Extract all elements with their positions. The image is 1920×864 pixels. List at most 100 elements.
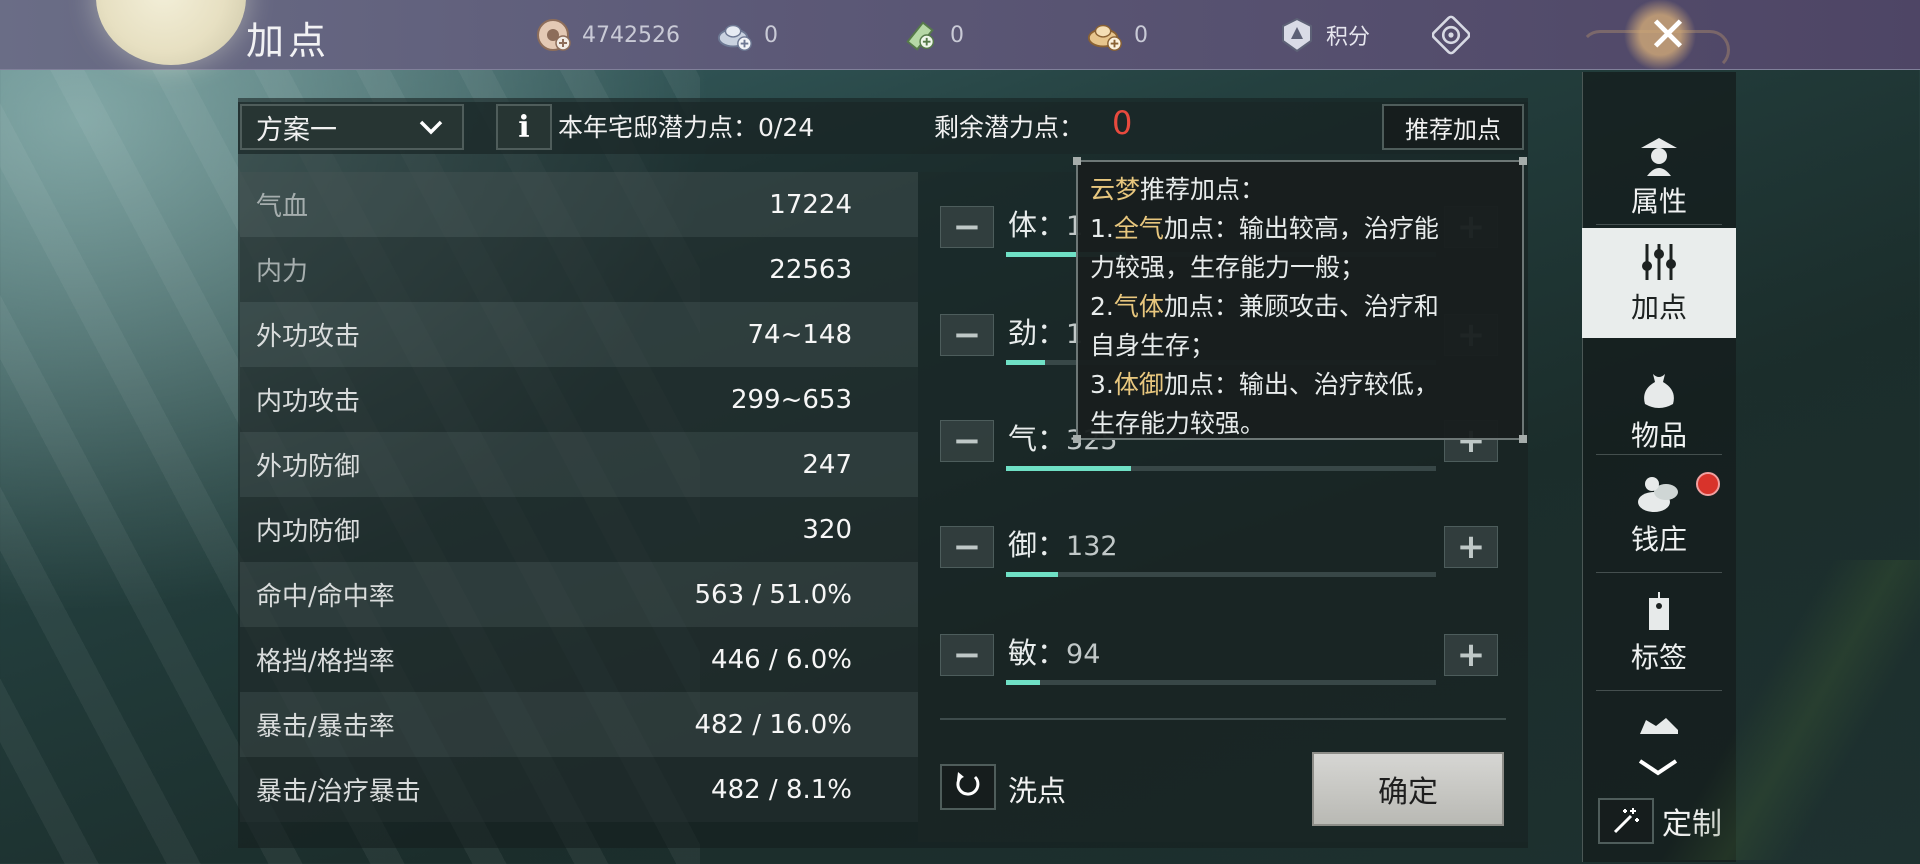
tooltip-text: 2. [1090, 292, 1114, 321]
attribute-row: − 敏：94 + [940, 632, 1510, 692]
info-button[interactable]: i [496, 104, 552, 150]
nav-label: 钱庄 [1630, 523, 1687, 556]
moon-decoration [96, 0, 246, 65]
tooltip-highlight: 全气 [1113, 214, 1164, 243]
plan-dropdown[interactable]: 方案一 [240, 104, 464, 150]
close-icon: ✕ [1647, 7, 1689, 63]
tooltip-line: 2.气体加点：兼顾攻击、治疗和 [1090, 287, 1510, 326]
stat-row: 暴击/治疗暴击 482 / 8.1% [240, 757, 918, 822]
stat-row: 内功攻击 299~653 [240, 367, 918, 432]
close-button[interactable]: ✕ [1628, 0, 1708, 70]
currency-gold-ingot[interactable]: 0 [1086, 14, 1148, 56]
stat-label: 命中/命中率 [256, 582, 395, 612]
decrease-button[interactable]: − [940, 314, 994, 356]
decrease-button[interactable]: − [940, 526, 994, 568]
house-potential-label: 本年宅邸潜力点：0/24 [558, 113, 815, 142]
confirm-button[interactable]: 确定 [1312, 752, 1504, 826]
stat-row: 外功攻击 74~148 [240, 302, 918, 367]
settings-emblem-button[interactable] [1432, 14, 1470, 56]
nav-item-items[interactable]: 物品 [1582, 356, 1736, 466]
remaining-potential-value: 0 [1112, 104, 1133, 142]
tooltip-text: 1. [1090, 214, 1114, 243]
nav-separator [1596, 224, 1722, 225]
stat-label: 内功防御 [256, 517, 361, 547]
tooltip-corner [1073, 157, 1081, 165]
attribute-progress-track [1006, 572, 1436, 577]
stat-row: 命中/命中率 563 / 51.0% [240, 562, 918, 627]
stat-value: 320 [802, 514, 852, 545]
tooltip-text: 加点：输出较高，治疗能 [1163, 214, 1439, 243]
nav-label: 物品 [1630, 419, 1687, 452]
reset-points-button[interactable] [940, 764, 996, 810]
tooltip-corner [1519, 435, 1527, 443]
increase-button[interactable]: + [1444, 526, 1498, 568]
notification-dot [1696, 472, 1720, 496]
stat-label: 气血 [256, 192, 309, 222]
attribute-row: − 御：132 + [940, 524, 1510, 584]
score-button[interactable]: 积分 [1278, 14, 1370, 56]
increase-button[interactable]: + [1444, 634, 1498, 676]
tooltip-text: 加点：输出、治疗较低， [1163, 370, 1439, 399]
stats-table: 气血 17224 内力 22563 外功攻击 74~148 内功攻击 299~653 外功防御 2… [240, 172, 918, 822]
tooltip-text: 加点：兼顾攻击、治疗和 [1163, 292, 1439, 321]
attribute-name: 劲：1 [1008, 316, 1084, 350]
decrease-button[interactable]: − [940, 420, 994, 462]
stat-value: 446 / 6.0% [711, 644, 852, 675]
stat-row: 内力 22563 [240, 237, 918, 302]
stat-label: 外功攻击 [256, 322, 361, 352]
tooltip-text: 推荐加点： [1140, 175, 1266, 204]
stat-row: 暴击/暴击率 482 / 16.0% [240, 692, 918, 757]
currency-silver[interactable]: 4742526 [534, 14, 680, 56]
attribute-label: 气 [1008, 422, 1038, 456]
decrease-button[interactable]: − [940, 206, 994, 248]
bank-icon [1634, 472, 1684, 518]
tooltip-corner [1073, 435, 1081, 443]
stat-value: 482 / 8.1% [711, 774, 852, 805]
attribute-label: 御 [1008, 528, 1038, 562]
nav-item-allocate[interactable]: 加点 [1582, 228, 1736, 338]
nav-item-attributes[interactable]: 属性 [1582, 122, 1736, 232]
stat-label: 内功攻击 [256, 387, 361, 417]
silver-coin-icon [534, 16, 572, 54]
currency-ticket[interactable]: 0 [902, 14, 964, 56]
tooltip-line: 生存能力较强。 [1090, 409, 1266, 438]
reset-points-label[interactable]: 洗点 [1008, 768, 1066, 810]
refresh-icon [953, 768, 983, 806]
decrease-button[interactable]: − [940, 634, 994, 676]
silver-ingot-value: 0 [764, 22, 778, 48]
stat-value: 299~653 [730, 384, 852, 415]
attribute-progress-fill [1006, 680, 1041, 685]
silver-value: 4742526 [582, 22, 680, 48]
tooltip-highlight: 气体 [1113, 292, 1164, 321]
attribute-value: 132 [1066, 531, 1118, 562]
currency-silver-ingot[interactable]: 0 [716, 14, 778, 56]
tooltip-line: 3.体御加点：输出、治疗较低， [1090, 365, 1510, 404]
top-bar: 加点 4742526 0 0 0 积分 ✕ [0, 0, 1920, 70]
recommend-points-button[interactable]: 推荐加点 [1382, 104, 1524, 150]
remaining-potential-label: 剩余潜力点： [934, 113, 1085, 142]
plan-selected-value: 方案一 [256, 114, 337, 146]
stat-value: 17224 [769, 189, 852, 220]
stat-value: 563 / 51.0% [694, 579, 852, 610]
emblem-icon [1432, 15, 1470, 55]
tooltip-line: 自身生存； [1090, 331, 1216, 360]
chevron-down-icon [416, 112, 446, 149]
gold-ingot-value: 0 [1134, 22, 1148, 48]
attribute-icon [1637, 134, 1681, 180]
ticket-value: 0 [950, 22, 964, 48]
stat-value: 22563 [769, 254, 852, 285]
page-title: 加点 [246, 19, 331, 63]
tooltip-corner [1519, 157, 1527, 165]
stat-row: 气血 17224 [240, 172, 918, 237]
stat-label: 内力 [256, 257, 309, 287]
attribute-label: 劲 [1008, 316, 1038, 350]
attribute-name: 御：132 [1008, 528, 1118, 562]
sliders-icon [1637, 240, 1681, 286]
stat-row: 格挡/格挡率 446 / 6.0% [240, 627, 918, 692]
magic-wand-icon [1598, 798, 1654, 844]
attribute-label: 体 [1008, 208, 1038, 242]
attribute-name: 体：1 [1008, 208, 1084, 242]
attribute-progress-fill [1006, 360, 1045, 365]
tooltip-line: 1.全气加点：输出较高，治疗能 [1090, 209, 1510, 248]
stat-value: 74~148 [747, 319, 853, 350]
